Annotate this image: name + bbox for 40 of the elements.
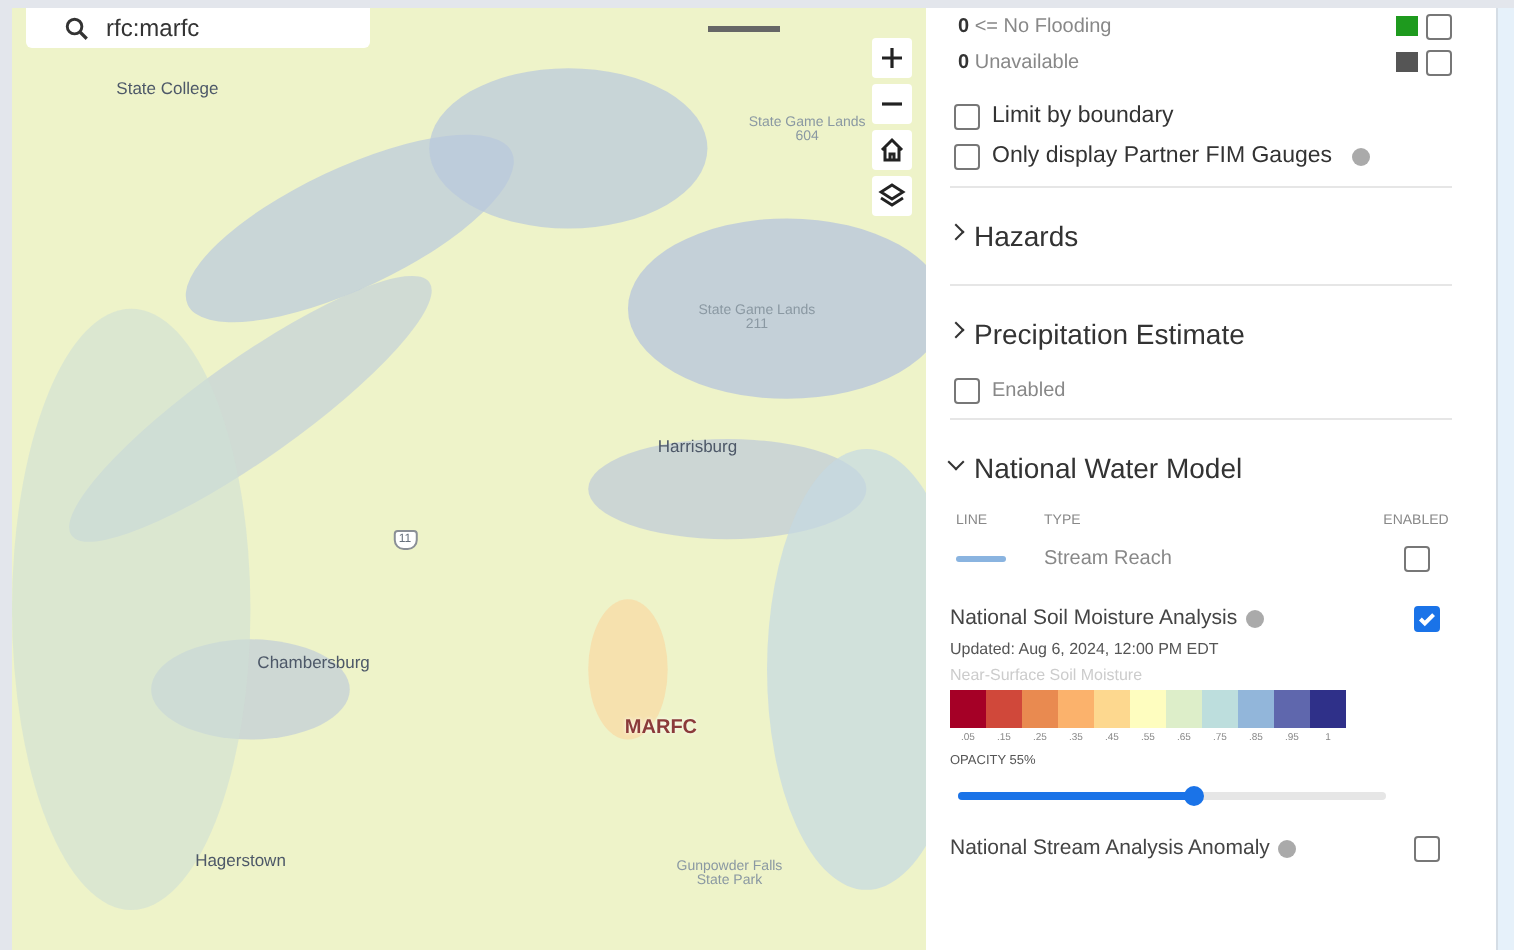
search-input[interactable]: rfc:marfc — [106, 14, 326, 42]
search-field[interactable]: rfc:marfc — [26, 8, 370, 48]
city-label: Hagerstown — [195, 850, 286, 871]
home-icon — [878, 136, 906, 164]
flood-category-label: 0 Unavailable — [958, 51, 1082, 73]
checkbox[interactable] — [1403, 545, 1429, 571]
search-icon — [64, 15, 90, 41]
layers-icon — [878, 182, 906, 210]
home-button[interactable] — [872, 130, 912, 170]
slider-thumb[interactable] — [1183, 786, 1204, 806]
info-icon[interactable] — [1277, 839, 1296, 857]
checkbox[interactable] — [954, 103, 980, 129]
checkbox[interactable] — [1414, 835, 1440, 861]
section-header[interactable]: National Water Model — [950, 430, 1452, 506]
city-label: State College — [116, 78, 219, 99]
checkbox-label: Limit by boundary — [992, 104, 1174, 128]
city-label: Harrisburg — [657, 436, 738, 456]
zoom-in-button[interactable] — [872, 38, 912, 78]
layers-button[interactable] — [872, 176, 912, 216]
region-label: MARFC — [624, 717, 698, 740]
checkbox[interactable] — [1414, 605, 1440, 631]
layer-title: National Stream Analysis Anomaly — [950, 836, 1270, 860]
layer-title: National Soil Moisture Analysis — [950, 606, 1238, 630]
opacity-slider[interactable] — [958, 792, 1386, 800]
checkbox[interactable] — [1426, 13, 1452, 39]
info-icon[interactable] — [1352, 147, 1371, 165]
checkbox-label: Enabled — [992, 379, 1066, 401]
updated-text: Updated: Aug 6, 2024, 12:00 PM EDT — [950, 640, 1221, 658]
city-label: Chambersburg — [257, 652, 370, 673]
section-header[interactable]: Hazards — [950, 198, 1452, 274]
layer-type: Stream Reach — [1044, 547, 1174, 569]
info-icon[interactable] — [1245, 609, 1264, 627]
plus-icon — [880, 46, 904, 70]
checkbox[interactable] — [954, 377, 980, 403]
checkbox-label: Only display Partner FIM Gauges — [992, 144, 1333, 168]
checkbox[interactable] — [954, 143, 980, 169]
checkbox[interactable] — [1426, 49, 1452, 75]
zoom-out-button[interactable] — [872, 84, 912, 124]
flood-category-label: 0 <= No Flooding — [958, 15, 1114, 37]
section-header[interactable]: Precipitation Estimate — [950, 296, 1452, 372]
